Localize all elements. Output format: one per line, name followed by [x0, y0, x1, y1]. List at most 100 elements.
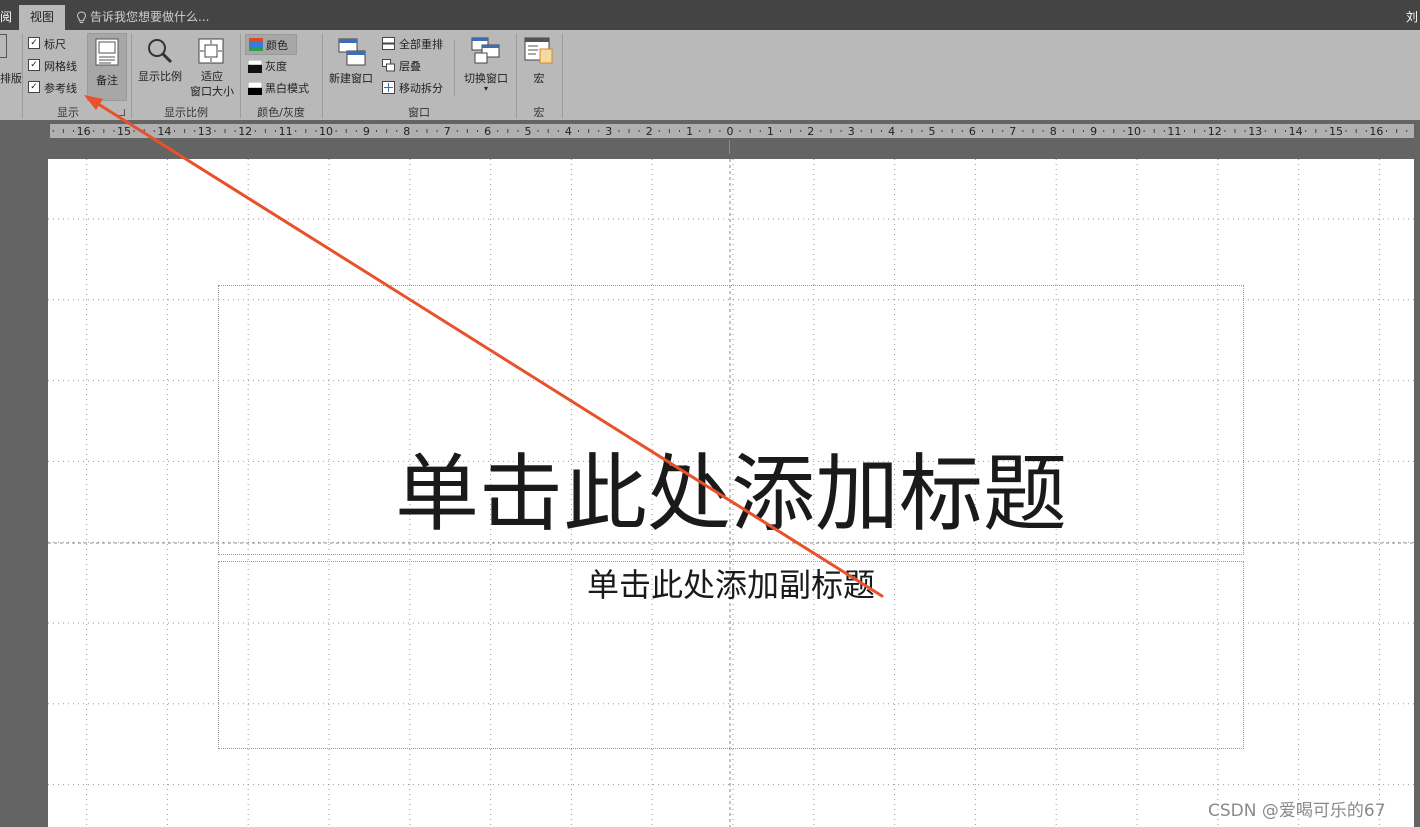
notes-icon — [95, 38, 119, 66]
grayscale-icon — [248, 60, 262, 73]
tab-view[interactable]: 视图 — [19, 5, 65, 30]
layout-partial-icon — [0, 34, 7, 58]
fit-window-icon — [198, 38, 224, 64]
switch-window-button[interactable]: 切换窗口 ▾ — [459, 34, 513, 100]
move-split-label: 移动拆分 — [399, 82, 443, 95]
ruler-ticks: 16 15 14 13 12 11 10 9 8 7 6 5 4 3 2 1 0 1 2 3 4 5 6 7 8 9 10 11 12 1… — [52, 125, 1408, 138]
dropdown-arrow-icon: ▾ — [483, 84, 488, 93]
ruler-label: 15 — [1329, 125, 1343, 138]
group-separator — [516, 34, 517, 118]
ruler-label: 16 — [77, 125, 91, 138]
ruler-label: 10 — [319, 125, 333, 138]
ruler-label: 13 — [1248, 125, 1262, 138]
ruler-label: 0 — [727, 125, 734, 138]
zoom-label: 显示比例 — [138, 70, 182, 83]
ruler-checkbox[interactable]: ✓ — [28, 37, 40, 49]
window-group-label: 窗口 — [408, 106, 430, 119]
lightbulb-icon — [76, 11, 87, 23]
macros-icon — [524, 37, 553, 64]
new-window-icon — [338, 38, 366, 66]
show-group-label: 显示 — [57, 106, 79, 119]
black-white-label: 黑白模式 — [265, 82, 309, 95]
color-label: 颜色 — [266, 39, 288, 52]
group-separator — [562, 34, 563, 118]
ruler-label: 7 — [444, 125, 451, 138]
ruler-label: 2 — [646, 125, 653, 138]
cascade-icon — [382, 59, 395, 72]
fit-label-line1: 适应 — [201, 70, 223, 83]
ruler-label: 11 — [1167, 125, 1181, 138]
group-separator — [322, 34, 323, 118]
layout-partial-label[interactable]: 排版 — [0, 70, 22, 86]
gridlines-label: 网格线 — [44, 60, 77, 73]
fit-to-window-button[interactable]: 适应 窗口大小 — [186, 34, 238, 100]
ribbon: 排版 ✓ 标尺 ✓ 网格线 ✓ 参考线 备注 显示 显示比例 适应 窗口大小 显… — [0, 30, 1420, 121]
macros-button[interactable]: 宏 — [520, 34, 558, 96]
ruler-label: 9 — [1090, 125, 1097, 138]
new-window-button[interactable]: 新建窗口 — [326, 34, 376, 96]
slide-canvas[interactable]: 单击此处添加标题 单击此处添加副标题 — [48, 159, 1414, 827]
slide-subtitle-placeholder[interactable]: 单击此处添加副标题 — [218, 562, 1244, 608]
notes-label: 备注 — [96, 74, 118, 87]
ruler-label: 2 — [807, 125, 814, 138]
macros-label: 宏 — [533, 72, 545, 85]
switch-window-icon — [471, 37, 500, 64]
zoom-button[interactable]: 显示比例 — [134, 34, 186, 96]
cascade-label: 层叠 — [399, 60, 421, 73]
gridlines-checkbox[interactable]: ✓ — [28, 59, 40, 71]
inner-separator — [454, 40, 455, 96]
ruler-label: 14 — [1289, 125, 1303, 138]
ruler-label: 8 — [1050, 125, 1057, 138]
slide-title-placeholder[interactable]: 单击此处添加标题 — [218, 444, 1244, 544]
magnifier-icon — [148, 39, 173, 64]
ruler-label: 1 — [767, 125, 774, 138]
color-button[interactable]: 颜色 — [245, 34, 297, 55]
ruler-label: 16 — [1369, 125, 1383, 138]
grayscale-label: 灰度 — [265, 60, 287, 73]
group-separator — [22, 34, 23, 118]
group-separator — [131, 34, 132, 118]
ruler-label: 14 — [157, 125, 171, 138]
move-split-icon — [382, 81, 395, 94]
ruler-label: 7 — [1009, 125, 1016, 138]
ruler-label: 5 — [929, 125, 936, 138]
zoom-group-label: 显示比例 — [164, 106, 208, 119]
ruler-center-marker — [729, 140, 730, 154]
ruler-label: 5 — [525, 125, 532, 138]
ruler-label: 11 — [279, 125, 293, 138]
ruler-label: 6 — [969, 125, 976, 138]
ruler-label: 10 — [1127, 125, 1141, 138]
color-swatch-icon — [249, 38, 263, 51]
arrange-all-label: 全部重排 — [399, 38, 443, 51]
ruler-label: 12 — [238, 125, 252, 138]
user-name-partial[interactable]: 刘 — [1406, 5, 1420, 30]
ruler-label: 12 — [1208, 125, 1222, 138]
ruler-label: 9 — [363, 125, 370, 138]
ruler-label: 4 — [565, 125, 572, 138]
dialog-launcher-icon[interactable] — [118, 109, 125, 116]
horizontal-ruler[interactable]: 16 15 14 13 12 11 10 9 8 7 6 5 4 3 2 1 0 1 2 3 4 5 6 7 8 9 10 11 12 1… — [50, 124, 1414, 138]
ruler-label: 3 — [848, 125, 855, 138]
new-window-label: 新建窗口 — [329, 72, 373, 85]
ruler-label: 8 — [403, 125, 410, 138]
tab-review-partial[interactable]: 阅 — [0, 5, 14, 30]
ruler-label: 4 — [888, 125, 895, 138]
ruler-label: 15 — [117, 125, 131, 138]
watermark: CSDN @爱喝可乐的67 — [1208, 801, 1386, 821]
notes-button[interactable]: 备注 — [87, 33, 127, 101]
ruler-label: 标尺 — [44, 38, 66, 51]
guides-label: 参考线 — [44, 82, 77, 95]
tab-bar — [0, 0, 1420, 30]
color-gray-group-label: 颜色/灰度 — [257, 106, 305, 119]
ruler-label: 1 — [686, 125, 693, 138]
arrange-all-icon — [382, 37, 395, 50]
guides-checkbox[interactable]: ✓ — [28, 81, 40, 93]
fit-label-line2: 窗口大小 — [190, 85, 234, 98]
ruler-label: 6 — [484, 125, 491, 138]
tell-me-search[interactable]: 告诉我您想要做什么... — [76, 5, 209, 30]
group-separator — [240, 34, 241, 118]
ruler-label: 3 — [605, 125, 612, 138]
ruler-label: 13 — [198, 125, 212, 138]
macros-group-label: 宏 — [533, 106, 545, 119]
tell-me-placeholder: 告诉我您想要做什么... — [90, 10, 210, 24]
